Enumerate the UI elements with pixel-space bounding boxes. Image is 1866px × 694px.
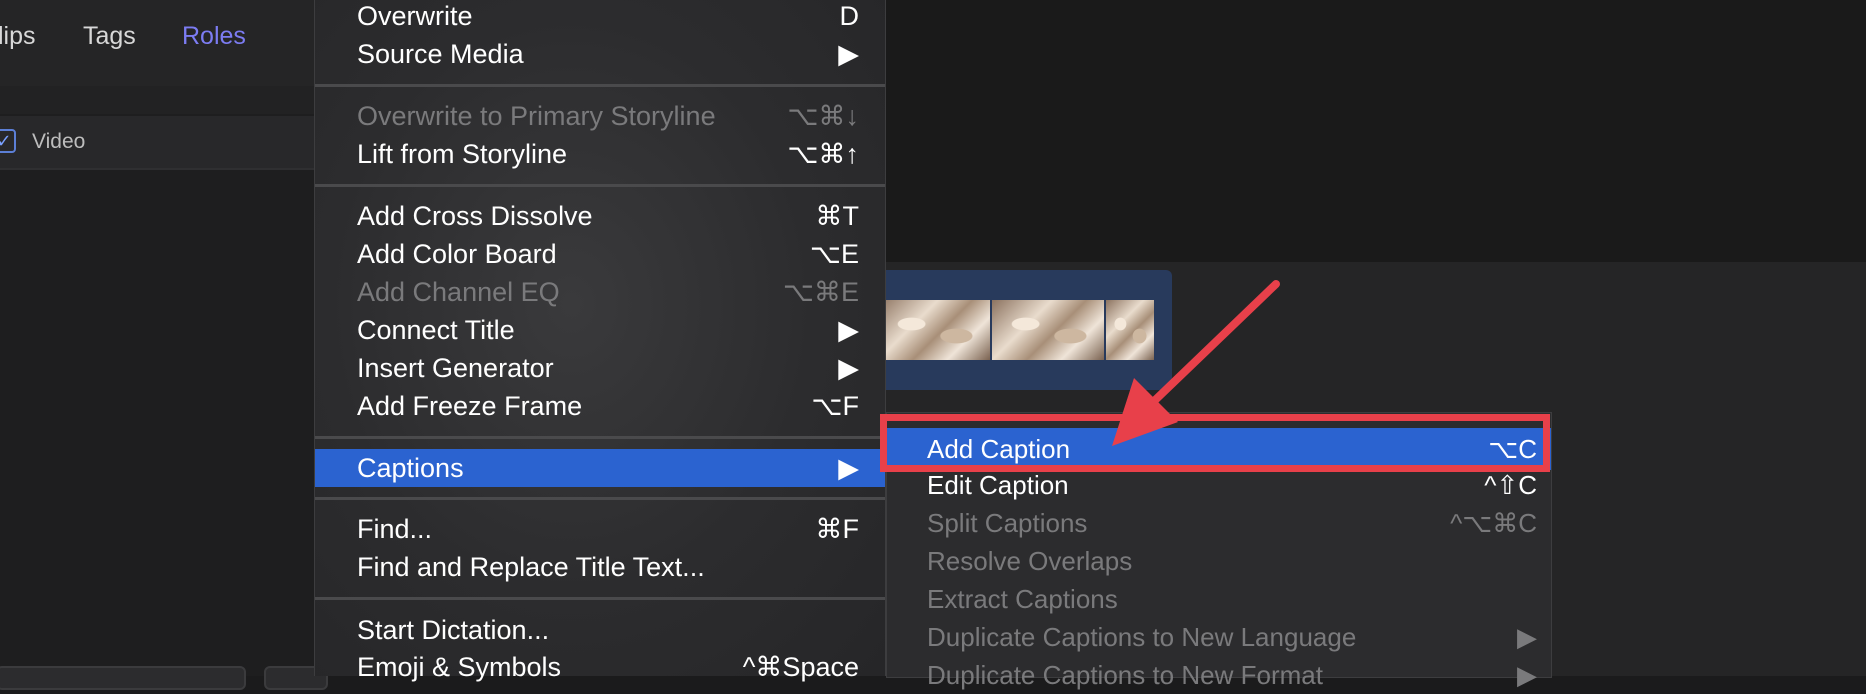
menu-item-shortcut: ^⌘Space bbox=[742, 652, 859, 682]
submenu-arrow-icon: ▶ bbox=[1517, 660, 1537, 690]
menu-item-captions[interactable]: Captions ▶ bbox=[315, 449, 885, 487]
menu-item-connect-title[interactable]: Connect Title ▶ bbox=[315, 311, 885, 349]
menu-item-label: Duplicate Captions to New Language bbox=[927, 622, 1357, 652]
menu-separator bbox=[315, 497, 885, 500]
menu-item-overwrite-primary[interactable]: Overwrite to Primary Storyline ⌥⌘↓ bbox=[315, 97, 885, 135]
tab-clips[interactable]: lips bbox=[0, 22, 36, 51]
menu-item-label: Resolve Overlaps bbox=[927, 546, 1133, 576]
menu-item-channel-eq[interactable]: Add Channel EQ ⌥⌘E bbox=[315, 273, 885, 311]
menu-item-label: Find and Replace Title Text... bbox=[357, 552, 705, 582]
menu-item-label: Insert Generator bbox=[357, 353, 554, 383]
menu-item-overwrite[interactable]: Overwrite D bbox=[315, 0, 885, 35]
submenu-arrow-icon: ▶ bbox=[838, 39, 859, 69]
submenu-item-duplicate-format[interactable]: Duplicate Captions to New Format ▶ bbox=[887, 656, 1551, 694]
menu-item-freeze-frame[interactable]: Add Freeze Frame ⌥F bbox=[315, 387, 885, 425]
menu-item-label: Source Media bbox=[357, 39, 524, 69]
panel-divider bbox=[0, 86, 314, 114]
role-row-video[interactable]: ✓ Video bbox=[0, 116, 314, 170]
menu-separator bbox=[315, 84, 885, 87]
menu-item-label: Overwrite bbox=[357, 1, 473, 31]
menu-item-source-media[interactable]: Source Media ▶ bbox=[315, 35, 885, 73]
timeline-index-panel: lips Tags Roles ✓ Video bbox=[0, 0, 328, 690]
menu-item-label: Lift from Storyline bbox=[357, 139, 568, 169]
submenu-arrow-icon: ▶ bbox=[838, 315, 859, 345]
clip-thumbnail bbox=[878, 300, 990, 360]
submenu-item-split-captions[interactable]: Split Captions ^⌥⌘C bbox=[887, 504, 1551, 542]
menu-item-label: Extract Captions bbox=[927, 584, 1118, 614]
menu-separator bbox=[315, 184, 885, 187]
menu-separator bbox=[315, 436, 885, 439]
menu-item-label: Duplicate Captions to New Format bbox=[927, 660, 1323, 690]
edit-menu: Overwrite D Source Media ▶ Overwrite to … bbox=[314, 0, 886, 682]
clip-thumbnail bbox=[992, 300, 1104, 360]
submenu-arrow-icon: ▶ bbox=[838, 453, 859, 483]
menu-item-emoji[interactable]: Emoji & Symbols ^⌘Space bbox=[315, 648, 885, 686]
submenu-item-resolve-overlaps[interactable]: Resolve Overlaps bbox=[887, 542, 1551, 580]
menu-item-shortcut: ⌥F bbox=[811, 391, 859, 421]
menu-item-label: Add Color Board bbox=[357, 239, 557, 269]
role-label: Video bbox=[32, 130, 86, 153]
menu-item-label: Add Channel EQ bbox=[357, 277, 560, 307]
timeline-clip[interactable] bbox=[870, 270, 1172, 390]
tab-roles[interactable]: Roles bbox=[182, 22, 246, 51]
menu-item-label: Start Dictation... bbox=[357, 615, 550, 645]
menu-item-label: Find... bbox=[357, 514, 433, 544]
menu-item-shortcut: ⌥⌘↓ bbox=[787, 101, 859, 131]
index-tab-bar: lips Tags Roles bbox=[0, 0, 314, 86]
menu-item-lift[interactable]: Lift from Storyline ⌥⌘↑ bbox=[315, 135, 885, 173]
annotation-highlight-box bbox=[880, 414, 1550, 472]
submenu-arrow-icon: ▶ bbox=[838, 353, 859, 383]
menu-item-shortcut: ⌥E bbox=[809, 239, 859, 269]
menu-item-shortcut: ^⌥⌘C bbox=[1450, 508, 1537, 538]
menu-item-find-replace[interactable]: Find and Replace Title Text... bbox=[315, 548, 885, 586]
submenu-arrow-icon: ▶ bbox=[1517, 622, 1537, 652]
submenu-item-duplicate-language[interactable]: Duplicate Captions to New Language ▶ bbox=[887, 618, 1551, 656]
menu-item-shortcut: ⌥⌘E bbox=[782, 277, 859, 307]
menu-item-shortcut: ⌘T bbox=[815, 201, 860, 231]
menu-item-find[interactable]: Find... ⌘F bbox=[315, 510, 885, 548]
menu-item-label: Add Freeze Frame bbox=[357, 391, 583, 421]
menu-separator bbox=[315, 597, 885, 600]
menu-item-dictation[interactable]: Start Dictation... bbox=[315, 611, 885, 649]
menu-item-label: Captions bbox=[357, 453, 464, 483]
bottom-button[interactable] bbox=[0, 666, 246, 690]
checkbox-checked-icon[interactable]: ✓ bbox=[0, 129, 16, 153]
menu-item-shortcut: D bbox=[839, 1, 860, 31]
menu-item-cross-dissolve[interactable]: Add Cross Dissolve ⌘T bbox=[315, 197, 885, 235]
menu-item-label: Emoji & Symbols bbox=[357, 652, 562, 682]
menu-item-shortcut: ⌘F bbox=[815, 514, 860, 544]
menu-item-label: Split Captions bbox=[927, 508, 1088, 538]
menu-item-label: Add Cross Dissolve bbox=[357, 201, 593, 231]
menu-item-label: Overwrite to Primary Storyline bbox=[357, 101, 716, 131]
menu-item-color-board[interactable]: Add Color Board ⌥E bbox=[315, 235, 885, 273]
clip-thumbnail bbox=[1106, 300, 1154, 360]
tab-tags[interactable]: Tags bbox=[83, 22, 136, 51]
viewer-area bbox=[884, 0, 1866, 262]
menu-item-shortcut: ⌥⌘↑ bbox=[787, 139, 859, 169]
menu-item-label: Connect Title bbox=[357, 315, 515, 345]
menu-item-insert-generator[interactable]: Insert Generator ▶ bbox=[315, 349, 885, 387]
submenu-item-extract-captions[interactable]: Extract Captions bbox=[887, 580, 1551, 618]
